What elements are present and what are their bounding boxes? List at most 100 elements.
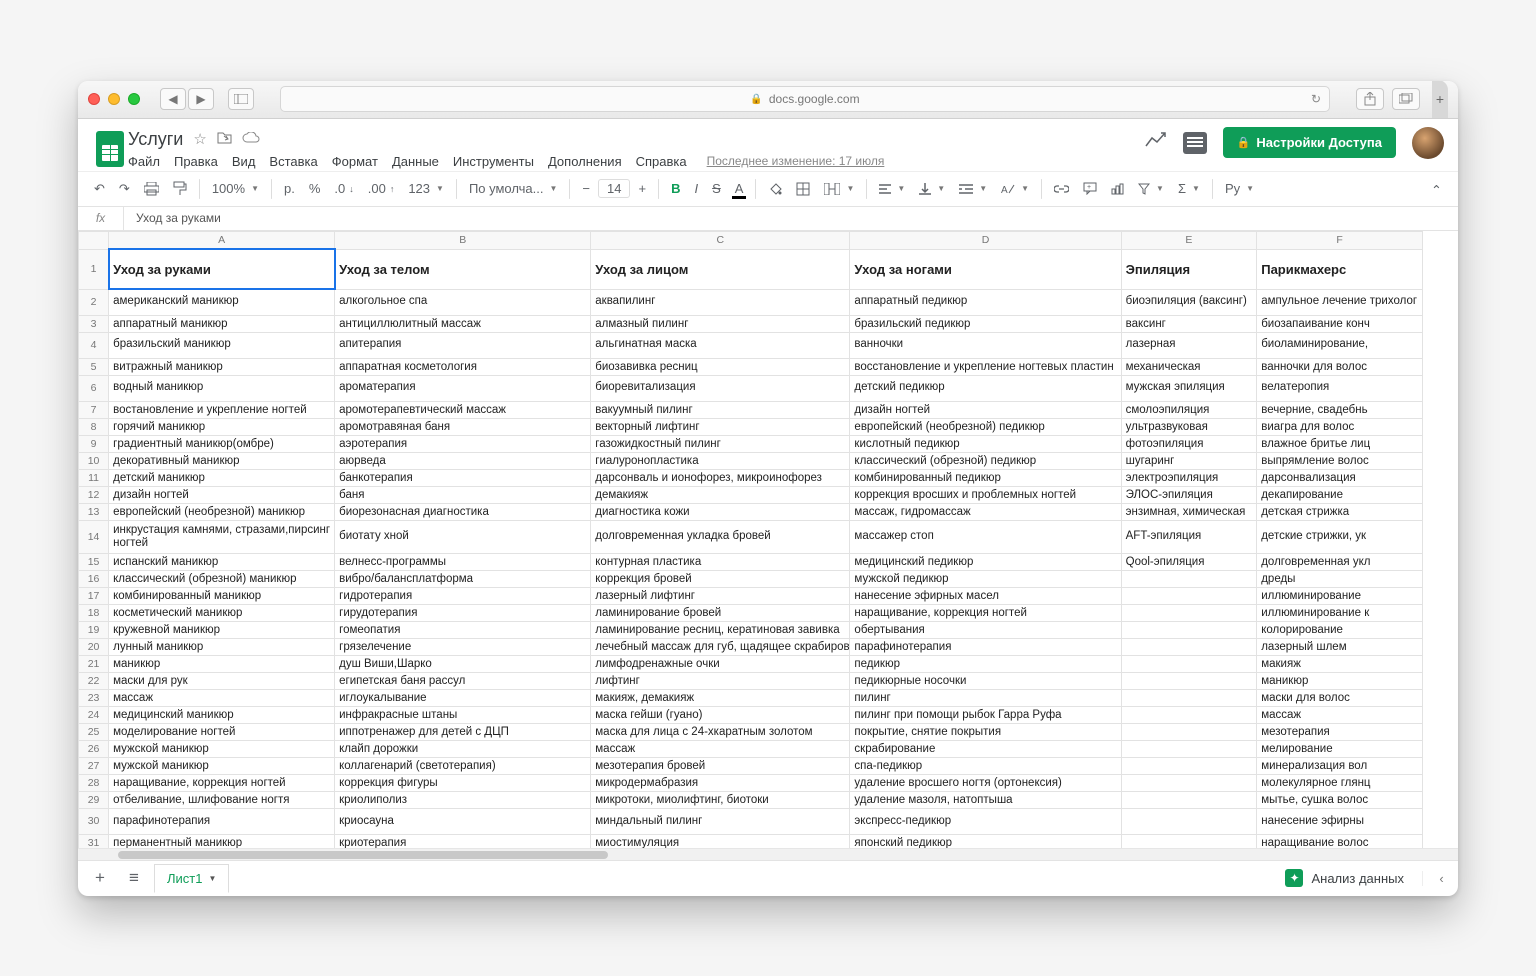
cell[interactable]: мезотерапия бровей <box>591 757 850 774</box>
cell[interactable]: апитерапия <box>335 332 591 358</box>
cell[interactable]: востановление и укрепление ногтей <box>109 401 335 418</box>
cell[interactable]: ультразвуковая <box>1121 418 1257 435</box>
cell[interactable]: покрытие, снятие покрытия <box>850 723 1121 740</box>
cell[interactable]: макияж <box>1257 655 1423 672</box>
cell[interactable]: миндальный пилинг <box>591 808 850 834</box>
cell[interactable]: нанесение эфирны <box>1257 808 1423 834</box>
col-header-D[interactable]: D <box>850 231 1121 249</box>
cell[interactable]: удаление вросшего ногтя (ортонексия) <box>850 774 1121 791</box>
cell[interactable]: маски для рук <box>109 672 335 689</box>
menu-file[interactable]: Файл <box>128 154 160 169</box>
new-tab-button[interactable]: + <box>1432 81 1448 119</box>
cell[interactable]: педикюр <box>850 655 1121 672</box>
cell[interactable]: отбеливание, шлифование ногтя <box>109 791 335 808</box>
cell[interactable]: энзимная, химическая <box>1121 503 1257 520</box>
row-header[interactable]: 12 <box>79 486 109 503</box>
cell[interactable]: моделирование ногтей <box>109 723 335 740</box>
document-title[interactable]: Услуги <box>128 129 183 150</box>
decrease-decimal-button[interactable]: .0↓ <box>328 177 359 200</box>
cell[interactable]: педикюрные носочки <box>850 672 1121 689</box>
cell[interactable]: мужской педикюр <box>850 570 1121 587</box>
cell[interactable]: биоэпиляция (ваксинг) <box>1121 289 1257 315</box>
fx-icon[interactable]: fx <box>78 206 124 230</box>
cell[interactable]: маска для лица с 24-хкаратным золотом <box>591 723 850 740</box>
cell[interactable]: массаж <box>591 740 850 757</box>
cell[interactable]: вечерние, свадебнь <box>1257 401 1423 418</box>
menu-edit[interactable]: Правка <box>174 154 218 169</box>
cell[interactable] <box>1121 604 1257 621</box>
maximize-icon[interactable] <box>128 93 140 105</box>
cell[interactable]: детские стрижки, ук <box>1257 520 1423 553</box>
cell[interactable]: маска гейши (гуано) <box>591 706 850 723</box>
cell[interactable]: антициллюлитный массаж <box>335 315 591 332</box>
text-color-button[interactable]: A <box>729 177 750 200</box>
cell[interactable]: лимфодренажные очки <box>591 655 850 672</box>
cell[interactable]: биоламинирование, <box>1257 332 1423 358</box>
cell[interactable] <box>1121 655 1257 672</box>
paint-format-button[interactable] <box>167 177 193 200</box>
sheets-logo-icon[interactable] <box>92 127 128 171</box>
cell[interactable]: аэротерапия <box>335 435 591 452</box>
cell[interactable]: велатеропия <box>1257 375 1423 401</box>
row-header[interactable]: 17 <box>79 587 109 604</box>
cell[interactable] <box>1121 706 1257 723</box>
row-header[interactable]: 25 <box>79 723 109 740</box>
cell[interactable]: медицинский маникюр <box>109 706 335 723</box>
row-header[interactable]: 30 <box>79 808 109 834</box>
cell[interactable]: клайп дорожки <box>335 740 591 757</box>
cell[interactable]: AFT-эпиляция <box>1121 520 1257 553</box>
cell[interactable]: классический (обрезной) педикюр <box>850 452 1121 469</box>
row-header[interactable]: 26 <box>79 740 109 757</box>
back-button[interactable]: ◀ <box>160 88 186 110</box>
cell[interactable]: диагностика кожи <box>591 503 850 520</box>
cell[interactable]: криосауна <box>335 808 591 834</box>
font-size-dec[interactable]: − <box>576 177 596 200</box>
last-edit-link[interactable]: Последнее изменение: 17 июля <box>707 154 885 168</box>
cell[interactable]: велнесс-программы <box>335 553 591 570</box>
cell[interactable]: водный маникюр <box>109 375 335 401</box>
explore-label[interactable]: Анализ данных <box>1311 871 1404 886</box>
number-format-select[interactable]: 123▼ <box>402 177 450 200</box>
link-button[interactable] <box>1048 181 1075 197</box>
cell[interactable]: шугаринг <box>1121 452 1257 469</box>
reload-icon[interactable]: ↻ <box>1311 92 1321 106</box>
cell[interactable]: дарсонвализация <box>1257 469 1423 486</box>
move-icon[interactable] <box>217 131 232 148</box>
cell[interactable]: европейский (необрезной) педикюр <box>850 418 1121 435</box>
menu-tools[interactable]: Инструменты <box>453 154 534 169</box>
cell[interactable]: дреды <box>1257 570 1423 587</box>
cell[interactable]: банкотерапия <box>335 469 591 486</box>
star-icon[interactable]: ☆ <box>193 130 206 148</box>
cell[interactable]: грязелечение <box>335 638 591 655</box>
v-align-button[interactable]: ▼ <box>913 179 951 199</box>
cell[interactable]: гомеопатия <box>335 621 591 638</box>
cell[interactable] <box>1121 791 1257 808</box>
chart-button[interactable] <box>1105 179 1130 199</box>
cell[interactable]: гирудотерапия <box>335 604 591 621</box>
row-header[interactable]: 6 <box>79 375 109 401</box>
menu-data[interactable]: Данные <box>392 154 439 169</box>
menu-help[interactable]: Справка <box>636 154 687 169</box>
menu-view[interactable]: Вид <box>232 154 256 169</box>
cell[interactable]: фотоэпиляция <box>1121 435 1257 452</box>
cell[interactable]: криолиполиз <box>335 791 591 808</box>
sheet-tab-1[interactable]: Лист1 ▼ <box>154 864 229 893</box>
cell[interactable]: европейский (необрезной) маникюр <box>109 503 335 520</box>
row-header[interactable]: 1 <box>79 249 109 289</box>
cyrillic-input-button[interactable]: Ру▼ <box>1219 177 1260 200</box>
menu-format[interactable]: Формат <box>332 154 378 169</box>
cell[interactable]: ламинирование ресниц, кератиновая завивк… <box>591 621 850 638</box>
cell[interactable] <box>1121 723 1257 740</box>
row-header[interactable]: 31 <box>79 834 109 847</box>
cell[interactable]: механическая <box>1121 358 1257 375</box>
row-header[interactable]: 19 <box>79 621 109 638</box>
cell[interactable]: лунный маникюр <box>109 638 335 655</box>
cell[interactable]: японский педикюр <box>850 834 1121 847</box>
collapse-toolbar-button[interactable]: ⌄ <box>1425 177 1448 201</box>
cell[interactable]: аквапилинг <box>591 289 850 315</box>
col-header-E[interactable]: E <box>1121 231 1257 249</box>
cell[interactable] <box>1121 587 1257 604</box>
cell[interactable]: пилинг <box>850 689 1121 706</box>
cell[interactable]: аппаратная косметология <box>335 358 591 375</box>
col-header-C[interactable]: C <box>591 231 850 249</box>
